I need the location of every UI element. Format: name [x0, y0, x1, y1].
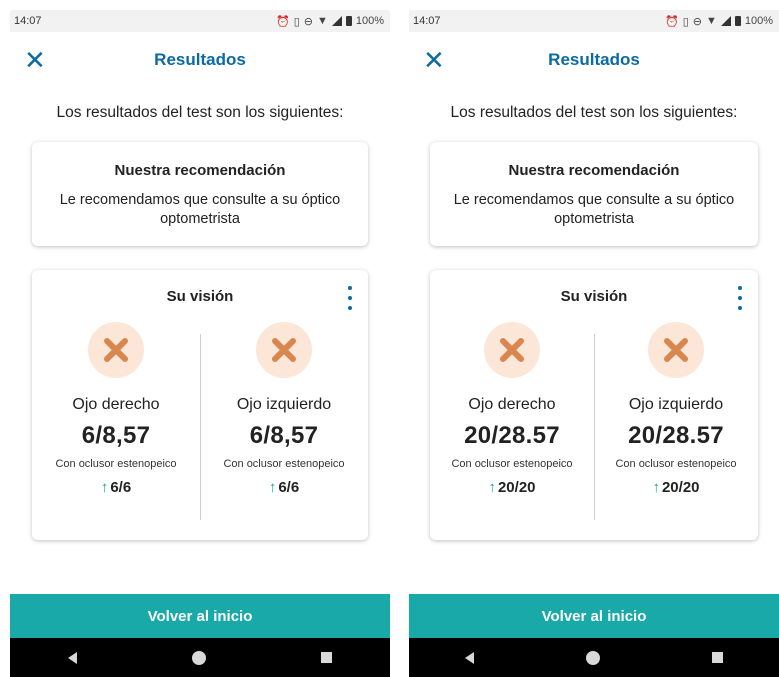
status-icons: ⏰ ▯ ⊖ ▼ 100% [665, 15, 773, 28]
alarm-icon: ⏰ [664, 15, 679, 28]
back-to-home-button[interactable]: Volver al inicio [10, 594, 390, 638]
dnd-icon: ⊖ [303, 15, 313, 28]
status-bar: 14:07 ⏰ ▯ ⊖ ▼ 100% [10, 10, 390, 32]
more-vertical-icon[interactable] [736, 286, 744, 310]
intro-text: Los resultados del test son los siguient… [450, 104, 738, 121]
right-eye-result: Ojo derecho 6/8,57 Con oclusor estenopei… [32, 322, 200, 496]
alarm-icon: ⏰ [275, 15, 290, 28]
x-mark-icon [88, 322, 144, 378]
recommendation-card: Nuestra recomendación Le recomendamos qu… [32, 142, 368, 246]
eye-best-value: ↑ 6/6 [32, 479, 200, 496]
nav-back-icon[interactable] [465, 651, 474, 664]
x-mark-icon [648, 322, 704, 378]
nav-recents-icon[interactable] [712, 652, 723, 663]
right-eye-result: Ojo derecho 20/28.57 Con oclusor estenop… [430, 322, 594, 496]
wifi-icon: ▼ [705, 15, 717, 27]
eye-acuity-value: 6/8,57 [81, 422, 151, 449]
back-to-home-button[interactable]: Volver al inicio [409, 594, 779, 638]
phone-screen-1: 14:07 ⏰ ▯ ⊖ ▼ 100% ✕ Resultados Los resu… [10, 10, 390, 677]
vibrate-icon: ▯ [682, 15, 689, 28]
vision-title: Su visión [166, 288, 234, 305]
best-value: 6/6 [110, 479, 132, 496]
status-time: 14:07 [413, 15, 441, 27]
eye-best-value: ↑ 20/20 [430, 479, 594, 496]
battery-level: 100% [744, 15, 773, 27]
vibrate-icon: ▯ [293, 15, 300, 28]
eye-acuity-value: 20/28.57 [628, 422, 724, 449]
battery-icon [734, 16, 741, 26]
android-nav-bar [10, 638, 390, 677]
arrow-up-icon: ↑ [488, 479, 496, 496]
eye-label: Ojo derecho [468, 396, 556, 413]
eye-note: Con oclusor estenopeico [223, 458, 345, 470]
vision-card: Su visión Ojo derecho 6/8,57 Con oclusor… [32, 270, 368, 540]
eye-acuity-value: 6/8,57 [249, 422, 319, 449]
recommendation-body: Le recomendamos que consulte a su óptico… [59, 192, 341, 227]
signal-icon [720, 16, 731, 26]
android-nav-bar [409, 638, 779, 677]
arrow-up-icon: ↑ [100, 479, 109, 496]
page-title: Resultados [548, 50, 640, 69]
eye-acuity-value: 20/28.57 [464, 422, 560, 449]
status-time: 14:07 [14, 15, 42, 27]
vision-title: Su visión [560, 288, 628, 305]
recommendation-card: Nuestra recomendación Le recomendamos qu… [430, 142, 758, 246]
arrow-up-icon: ↑ [652, 479, 660, 496]
recommendation-title: Nuestra recomendación [114, 162, 286, 179]
wifi-icon: ▼ [316, 15, 328, 27]
nav-recents-icon[interactable] [321, 652, 333, 663]
left-eye-result: Ojo izquierdo 6/8,57 Con oclusor estenop… [200, 322, 368, 496]
best-value: 20/20 [661, 479, 700, 496]
nav-home-icon[interactable] [191, 650, 206, 665]
more-vertical-icon[interactable] [346, 286, 354, 310]
eye-note: Con oclusor estenopeico [615, 458, 737, 470]
eye-note: Con oclusor estenopeico [451, 458, 573, 470]
x-mark-icon [256, 322, 312, 378]
eye-best-value: ↑ 6/6 [200, 479, 368, 496]
arrow-up-icon: ↑ [268, 479, 277, 496]
best-value: 20/20 [497, 479, 536, 496]
eye-label: Ojo izquierdo [628, 396, 724, 413]
eye-best-value: ↑ 20/20 [594, 479, 758, 496]
recommendation-title: Nuestra recomendación [508, 162, 680, 179]
phone-screen-2: 14:07 ⏰ ▯ ⊖ ▼ 100% ✕ Resultados Los resu… [409, 10, 779, 677]
recommendation-body: Le recomendamos que consulte a su óptico… [453, 192, 735, 227]
left-eye-result: Ojo izquierdo 20/28.57 Con oclusor esten… [594, 322, 758, 496]
dnd-icon: ⊖ [692, 15, 702, 28]
eye-note: Con oclusor estenopeico [55, 458, 177, 470]
signal-icon [331, 16, 342, 26]
app-bar: ✕ Resultados [10, 32, 390, 88]
intro-text: Los resultados del test son los siguient… [56, 104, 344, 121]
app-bar: ✕ Resultados [409, 32, 779, 88]
battery-level: 100% [355, 15, 384, 27]
battery-icon [345, 16, 352, 26]
vision-card: Su visión Ojo derecho 20/28.57 Con oclus… [430, 270, 758, 540]
status-icons: ⏰ ▯ ⊖ ▼ 100% [276, 15, 384, 28]
eye-label: Ojo derecho [72, 396, 160, 413]
status-bar: 14:07 ⏰ ▯ ⊖ ▼ 100% [409, 10, 779, 32]
nav-home-icon[interactable] [586, 650, 600, 665]
page-title: Resultados [154, 50, 246, 69]
nav-back-icon[interactable] [67, 651, 77, 664]
x-mark-icon [484, 322, 540, 378]
best-value: 6/6 [278, 479, 300, 496]
eye-label: Ojo izquierdo [236, 396, 332, 413]
